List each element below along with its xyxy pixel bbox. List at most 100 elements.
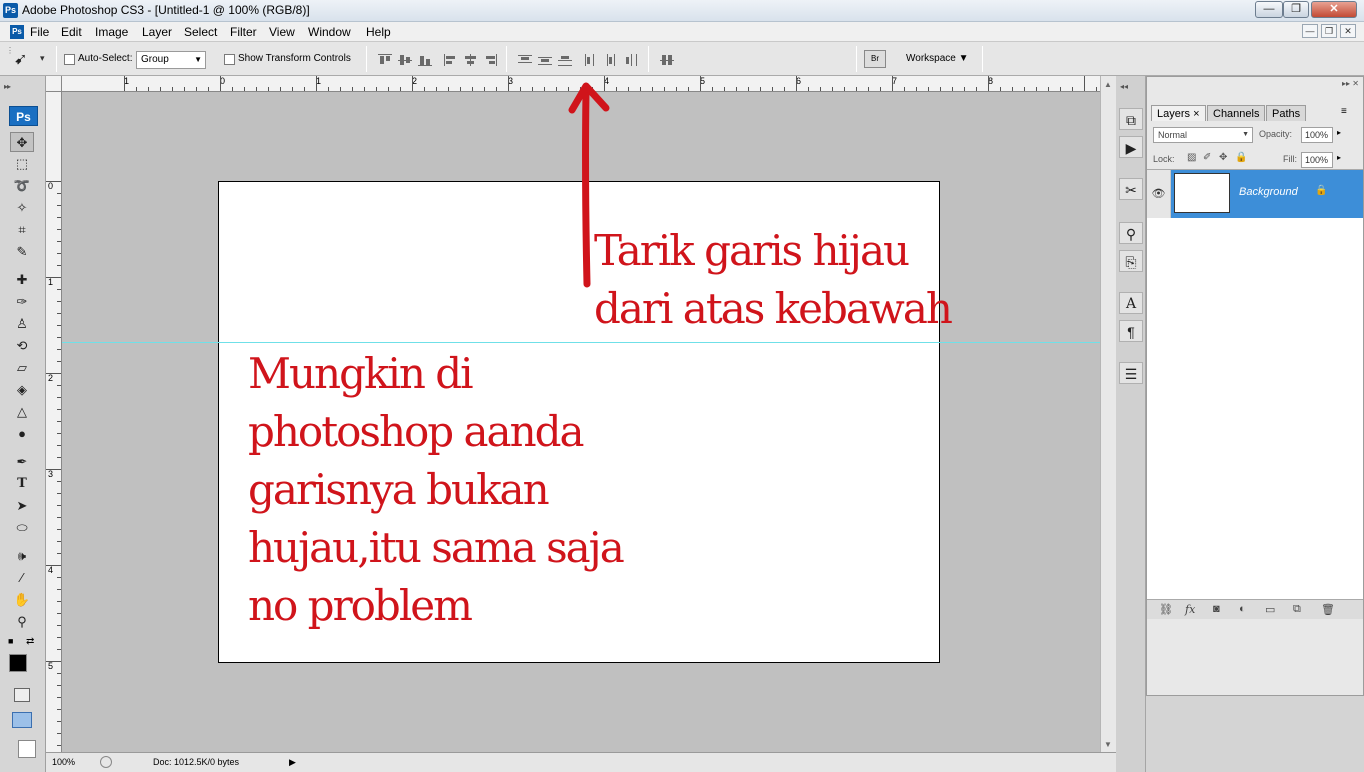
tab-layers[interactable]: Layers × [1151, 105, 1206, 121]
opacity-slider-icon[interactable]: ▸ [1337, 128, 1341, 137]
distribute-right-icon[interactable] [624, 54, 638, 66]
menu-file[interactable]: File [30, 25, 49, 39]
blur-tool-icon[interactable]: △ [10, 402, 34, 422]
pen-tool-icon[interactable]: ✒ [10, 452, 34, 472]
menu-window[interactable]: Window [308, 25, 351, 39]
lock-position-icon[interactable]: ✥ [1219, 152, 1227, 163]
lasso-tool-icon[interactable]: ➰ [10, 176, 34, 196]
healing-tool-icon[interactable]: ✚ [10, 270, 34, 290]
panel-menu-icon[interactable]: ≡ [1341, 106, 1347, 117]
type-tool-icon[interactable]: T [10, 474, 34, 494]
background-color-swatch[interactable] [18, 740, 36, 758]
magic-wand-tool-icon[interactable]: ✧ [10, 198, 34, 218]
align-left-icon[interactable] [444, 54, 458, 66]
character-panel-icon[interactable]: A [1119, 292, 1143, 314]
brush-tool-icon[interactable]: ✑ [10, 292, 34, 312]
dock-collapse-icon[interactable]: ◂◂ [1120, 82, 1128, 91]
clone-stamp-tool-icon[interactable]: ♙ [10, 314, 34, 334]
lock-transparent-icon[interactable]: ▨ [1187, 152, 1196, 163]
menu-view[interactable]: View [269, 25, 295, 39]
marquee-tool-icon[interactable]: ⬚ [10, 154, 34, 174]
default-colors-icon[interactable]: ■ [8, 636, 13, 646]
minimize-button[interactable]: — [1255, 1, 1283, 18]
distribute-top-icon[interactable] [518, 54, 532, 66]
bridge-icon[interactable]: Br [864, 50, 886, 68]
tab-paths[interactable]: Paths [1266, 105, 1307, 121]
fx-icon[interactable]: fx [1185, 603, 1195, 616]
doc-restore-button[interactable]: ❐ [1321, 24, 1337, 38]
scroll-up-icon[interactable]: ▲ [1104, 80, 1112, 89]
close-button[interactable]: ✕ [1311, 1, 1357, 18]
preset-dropdown-icon[interactable]: ▾ [40, 53, 45, 64]
lock-image-icon[interactable]: ✐ [1203, 152, 1211, 163]
trash-icon[interactable]: 🗑 [1321, 603, 1335, 616]
restore-button[interactable]: ❐ [1283, 1, 1309, 18]
status-menu-arrow-icon[interactable]: ▶ [289, 757, 296, 768]
tab-channels[interactable]: Channels [1207, 105, 1266, 121]
menu-select[interactable]: Select [184, 25, 217, 39]
layer-comps-icon[interactable]: ☰ [1119, 362, 1143, 384]
scroll-down-icon[interactable]: ▼ [1104, 740, 1112, 749]
doc-minimize-button[interactable]: — [1302, 24, 1318, 38]
opacity-input[interactable]: 100% [1301, 127, 1333, 143]
blend-mode-dropdown[interactable]: Normal ▼ [1153, 127, 1253, 143]
menu-layer[interactable]: Layer [142, 25, 172, 39]
new-layer-icon[interactable]: ⧉ [1293, 603, 1301, 616]
actions-panel-icon[interactable]: ▶ [1119, 136, 1143, 158]
move-tool-icon[interactable]: ✥ [10, 132, 34, 152]
ps-menu-icon[interactable]: Ps [10, 25, 24, 39]
toolbox-collapse-icon[interactable]: ▸▸ [4, 82, 11, 91]
swap-colors-icon[interactable]: ⇄ [26, 636, 34, 647]
vertical-scrollbar[interactable]: ▲ ▼ [1100, 76, 1116, 756]
lock-all-icon[interactable]: 🔒 [1235, 152, 1247, 163]
vertical-ruler[interactable]: 0 1 2 3 4 5 [46, 92, 62, 752]
add-mask-icon[interactable]: ◙ [1213, 603, 1220, 615]
quick-mask-icon[interactable] [14, 688, 30, 702]
fill-input[interactable]: 100% [1301, 152, 1333, 168]
distribute-vcenter-icon[interactable] [538, 54, 552, 66]
eraser-tool-icon[interactable]: ▱ [10, 358, 34, 378]
auto-select-checkbox[interactable] [64, 54, 75, 65]
align-top-icon[interactable] [378, 54, 392, 66]
distribute-bottom-icon[interactable] [558, 54, 572, 66]
menu-edit[interactable]: Edit [61, 25, 82, 39]
paragraph-panel-icon[interactable]: ¶ [1119, 320, 1143, 342]
foreground-color-swatch[interactable] [9, 654, 27, 672]
distribute-left-icon[interactable] [584, 54, 598, 66]
zoom-level[interactable]: 100% [52, 757, 75, 767]
notes-tool-icon[interactable]: 🕪 [10, 546, 34, 566]
ps-logo[interactable]: Ps [9, 106, 38, 126]
menu-filter[interactable]: Filter [230, 25, 257, 39]
paint-bucket-tool-icon[interactable]: ◈ [10, 380, 34, 400]
auto-select-dropdown[interactable]: Group ▼ [136, 51, 206, 69]
eyedropper-tool-icon[interactable]: ⁄ [10, 568, 34, 588]
distribute-hcenter-icon[interactable] [604, 54, 618, 66]
zoom-tool-icon[interactable]: ⚲ [10, 612, 34, 632]
horizontal-guide-line[interactable] [62, 342, 1100, 343]
hand-tool-icon[interactable]: ✋ [10, 590, 34, 610]
adjustment-layer-icon[interactable]: ◐ [1239, 603, 1246, 615]
navigator-panel-icon[interactable]: ⧉ [1119, 108, 1143, 130]
link-layers-icon[interactable]: ⛓ [1159, 603, 1173, 616]
fill-slider-icon[interactable]: ▸ [1337, 153, 1341, 162]
align-bottom-icon[interactable] [418, 54, 432, 66]
align-hcenter-icon[interactable] [464, 54, 478, 66]
align-vcenter-icon[interactable] [398, 54, 412, 66]
layer-name[interactable]: Background [1239, 186, 1298, 198]
panel-collapse-icon[interactable]: ▸▸ ✕ [1342, 79, 1359, 88]
new-group-icon[interactable]: ▭ [1265, 603, 1275, 616]
status-info-icon[interactable] [100, 756, 112, 768]
path-select-tool-icon[interactable]: ➤ [10, 496, 34, 516]
menu-help[interactable]: Help [366, 25, 391, 39]
move-tool-preset-icon[interactable]: ➹ [14, 49, 27, 69]
dodge-tool-icon[interactable]: ● [10, 424, 34, 444]
align-right-icon[interactable] [484, 54, 498, 66]
workspace-button[interactable]: Workspace ▼ [906, 53, 969, 64]
slice-tool-icon[interactable]: ✎ [10, 242, 34, 262]
brushes-panel-icon[interactable]: ⚲ [1119, 222, 1143, 244]
screen-mode-icon[interactable] [12, 712, 32, 728]
crop-tool-icon[interactable]: ⌗ [10, 220, 34, 240]
show-transform-checkbox[interactable] [224, 54, 235, 65]
ruler-origin[interactable] [46, 76, 62, 92]
tool-presets-icon[interactable]: ✂ [1119, 178, 1143, 200]
